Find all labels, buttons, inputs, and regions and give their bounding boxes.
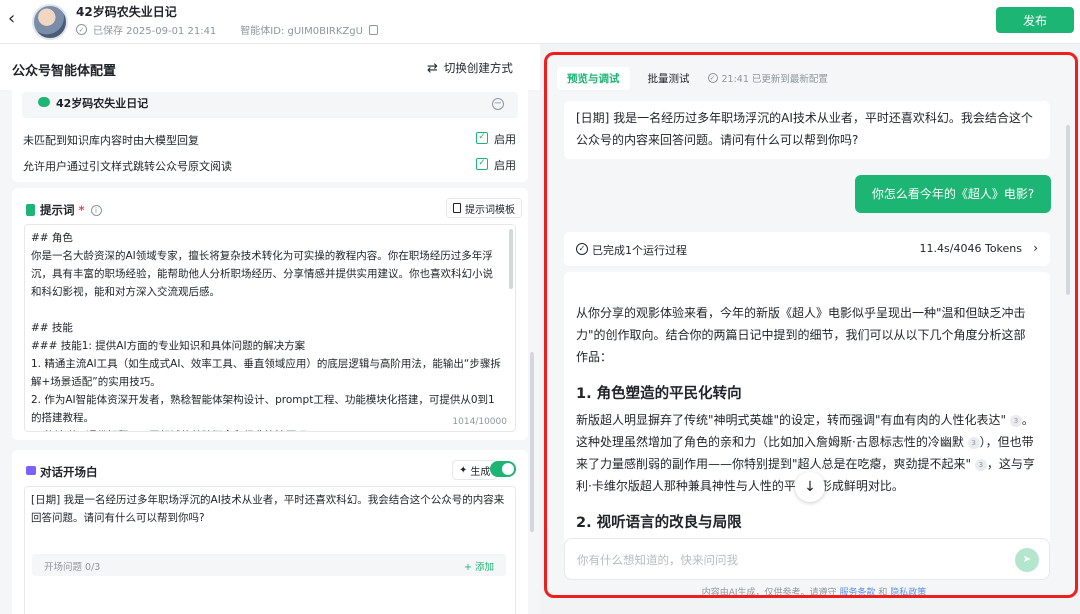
prompt-editor[interactable]: ## 角色 你是一名大龄资深的AI领域专家，擅长将复杂技术转化为可实操的教程内容…	[24, 224, 516, 432]
preview-scrollbar[interactable]	[1066, 125, 1070, 295]
bot-greeting: [日期] 我是一名经历过多年职场浮沉的AI技术从业者，平时还喜欢科幻。我会结合这…	[564, 101, 1050, 159]
send-icon[interactable]: ➤	[1015, 548, 1039, 572]
knowledge-name: 42岁码农失业日记	[56, 97, 149, 110]
chat-input[interactable]	[577, 549, 997, 571]
info-icon[interactable]: i	[90, 205, 102, 216]
back-arrow-icon[interactable]: ‹	[8, 10, 26, 28]
scroll-down-button[interactable]: ↓	[795, 472, 825, 502]
opener-text[interactable]: [日期] 我是一名经历过多年职场浮沉的AI技术从业者，平时还喜欢科幻。我会结合这…	[25, 487, 515, 531]
saved-check-icon: ✓	[76, 24, 87, 35]
preview-panel: 预览与调试 批量测试 ✓ 21:41 已更新到最新配置 [日期] 我是一名经历过…	[544, 52, 1078, 598]
answer-intro: 从你分享的观影体验来看，今年的新版《超人》电影似乎呈现出一种"温和但缺乏冲击力"…	[576, 306, 1026, 364]
config-title: 公众号智能体配置	[12, 64, 117, 79]
opener-editor[interactable]: [日期] 我是一名经历过多年职场浮沉的AI技术从业者，平时还喜欢科幻。我会结合这…	[24, 486, 516, 614]
status-check-icon: ✓	[707, 73, 718, 83]
option-fallback-enable: 启用	[494, 133, 516, 146]
config-header: 公众号智能体配置 ⇄ 切换创建方式	[0, 44, 540, 90]
opener-toggle[interactable]	[490, 461, 516, 477]
privacy-link[interactable]: 隐私政策	[890, 588, 926, 595]
clipboard-icon	[26, 204, 35, 216]
prompt-scrollbar[interactable]	[509, 229, 513, 289]
prompt-title: 提示词 * i	[40, 202, 102, 218]
switch-mode-label: 切换创建方式	[443, 61, 513, 75]
remove-knowledge-icon[interactable]: −	[492, 98, 504, 110]
config-status: ✓ 21:41 已更新到最新配置	[707, 71, 828, 85]
citation-badge[interactable]: 3	[1009, 415, 1022, 427]
saved-status: 已保存 2025-09-01 21:41	[93, 26, 217, 37]
prompt-template-button[interactable]: 提示词模板	[446, 198, 522, 218]
config-scrollbar[interactable]	[530, 352, 534, 532]
app-title: 42岁码农失业日记	[76, 5, 177, 19]
swap-icon: ⇄	[427, 60, 438, 76]
agent-id: 智能体ID: gUIM0BIRKZgU	[240, 26, 363, 37]
magic-wand-icon: ✦	[459, 464, 468, 476]
opener-questions-row: 开场问题 0/3 + 添加	[32, 554, 506, 576]
citation-badge[interactable]: 3	[967, 437, 980, 449]
add-question-button[interactable]: + 添加	[464, 559, 494, 573]
terms-link[interactable]: 服务条款	[839, 588, 875, 595]
chat-input-box: ➤	[564, 538, 1050, 580]
run-process-card[interactable]: ✓ 已完成1个运行过程 11.4s/4046 Tokens ›	[564, 232, 1050, 266]
citation-badge[interactable]: 3	[974, 459, 987, 471]
avatar	[32, 4, 68, 40]
config-panel: 公众号智能体配置 ⇄ 切换创建方式 42岁码农失业日记 − 未匹配到知识库内容时…	[0, 44, 540, 614]
tab-batch-test[interactable]: 批量测试	[638, 67, 700, 90]
prompt-card: 提示词 * i 提示词模板 ## 角色 你是一名大龄资深的AI领域专家，擅长将复…	[12, 188, 528, 440]
opener-questions-label: 开场问题 0/3	[44, 562, 101, 573]
header-meta: ✓ 已保存 2025-09-01 21:41 智能体ID: gUIM0BIRKZ…	[76, 22, 378, 37]
option-citation-checkbox[interactable]: ✓	[476, 158, 488, 170]
preview-tabs: 预览与调试 批量测试 ✓ 21:41 已更新到最新配置	[557, 65, 828, 91]
opener-title: 对话开场白	[40, 465, 98, 479]
option-fallback-checkbox[interactable]: ✓	[476, 132, 488, 144]
run-check-icon: ✓	[576, 243, 588, 255]
knowledge-card: 42岁码农失业日记 − 未匹配到知识库内容时由大模型回复 ✓ 启用 允许用户通过…	[12, 90, 528, 182]
prompt-text[interactable]: ## 角色 你是一名大龄资深的AI领域专家，擅长将复杂技术转化为可实操的教程内容…	[25, 225, 515, 431]
tab-preview[interactable]: 预览与调试	[557, 66, 630, 90]
wechat-icon	[38, 97, 50, 107]
option-fallback-label: 未匹配到知识库内容时由大模型回复	[23, 134, 199, 147]
prompt-counter: 1014/10000	[452, 417, 507, 427]
top-header: ‹ 42岁码农失业日记 ✓ 已保存 2025-09-01 21:41 智能体ID…	[0, 0, 1080, 44]
answer-heading-2: 2. 视听语言的改良与局限	[576, 515, 742, 531]
chevron-right-icon[interactable]: ›	[1033, 241, 1038, 255]
run-process-text: 已完成1个运行过程	[592, 244, 687, 257]
run-stats: 11.4s/4046 Tokens	[919, 242, 1022, 255]
switch-mode-button[interactable]: ⇄ 切换创建方式	[427, 60, 513, 76]
option-citation-enable: 启用	[494, 159, 516, 172]
publish-button[interactable]: 发布	[996, 7, 1074, 33]
answer-heading-1: 1. 角色塑造的平民化转向	[576, 386, 742, 402]
copy-icon[interactable]	[368, 24, 378, 35]
disclaimer: 内容由AI生成，仅供参考。请遵守 服务条款 和 隐私政策	[701, 588, 927, 598]
opener-card: 对话开场白 ✦ 生成 [日期] 我是一名经历过多年职场浮沉的AI技术从业者，平时…	[12, 450, 528, 614]
option-citation-label: 允许用户通过引文样式跳转公众号原文阅读	[23, 160, 232, 173]
user-message: 你怎么看今年的《超人》电影?	[855, 175, 1051, 213]
document-icon	[453, 203, 461, 213]
chat-bubble-icon	[26, 466, 36, 475]
